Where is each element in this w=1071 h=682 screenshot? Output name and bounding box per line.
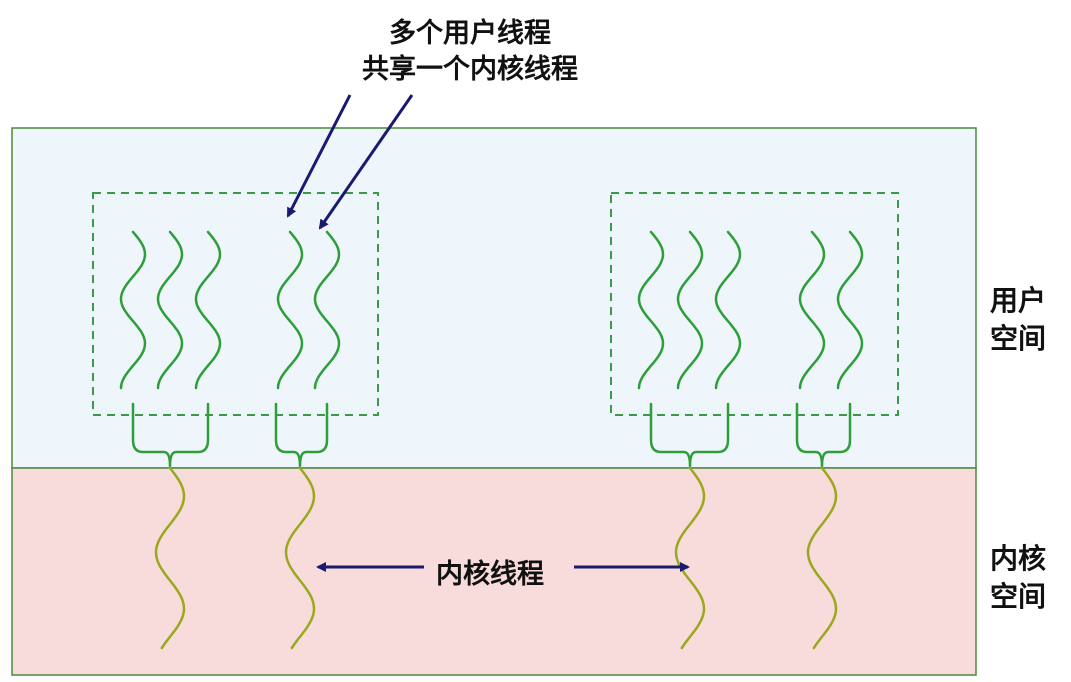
annotation-line-1: 多个用户线程 <box>389 18 551 49</box>
kernel-thread-label: 内核线程 <box>436 559 544 590</box>
user-space-label-line-2: 空间 <box>990 322 1047 355</box>
kernel-space-label-line-2: 空间 <box>990 580 1047 613</box>
kernel-space-label-line-1: 内核 <box>990 542 1047 575</box>
user-space-region <box>11 127 977 469</box>
user-space-label-line-1: 用户 <box>990 284 1047 317</box>
annotation-line-2: 共享一个内核线程 <box>362 54 578 85</box>
